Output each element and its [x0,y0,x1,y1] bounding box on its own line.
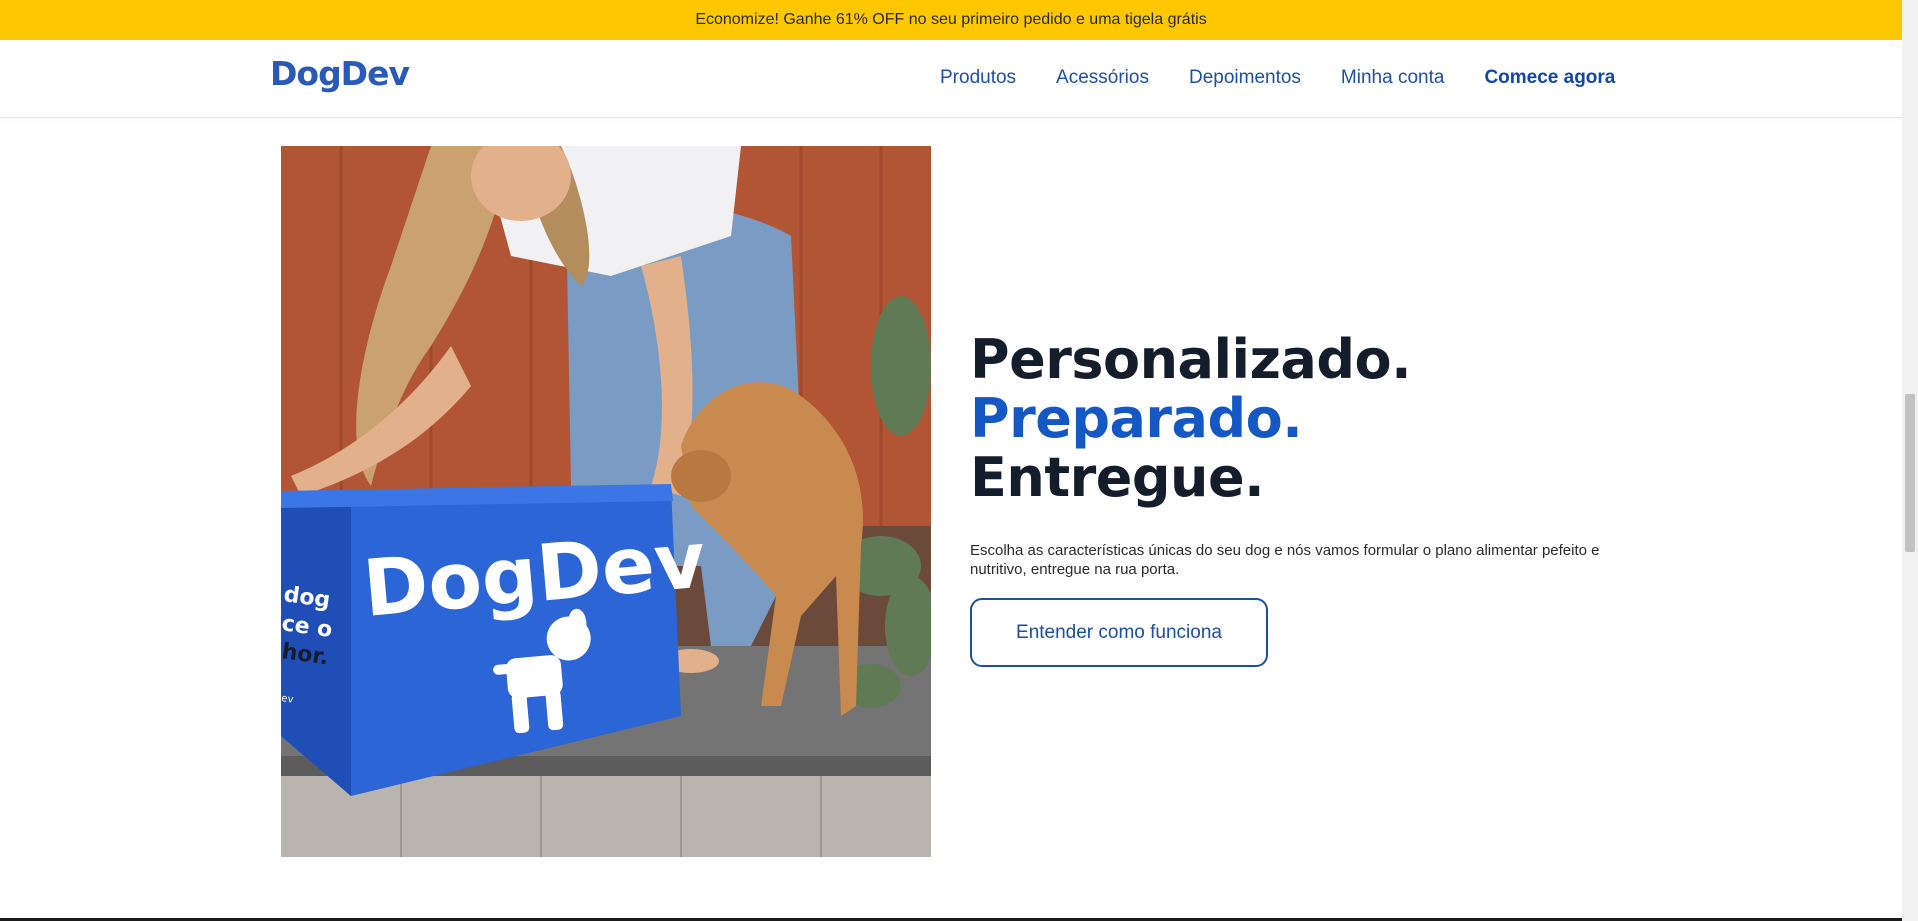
hero-photo-illustration: DogDev dog ce o hor. ev [281,146,931,857]
hero-title-line-3: Entregue. [970,446,1265,509]
site-header: DogDev Produtos Acessórios Depoimentos M… [0,40,1902,118]
main-nav: Produtos Acessórios Depoimentos Minha co… [940,67,1615,89]
hero-title-line-2: Preparado. [970,387,1303,450]
hero-title: Personalizado. Preparado. Entregue. [970,328,1412,509]
nav-produtos[interactable]: Produtos [940,67,1016,89]
nav-minha-conta[interactable]: Minha conta [1341,67,1445,89]
promo-text: Economize! Ganhe 61% OFF no seu primeiro… [695,11,1207,28]
nav-depoimentos[interactable]: Depoimentos [1189,67,1301,89]
nav-comece-agora[interactable]: Comece agora [1484,67,1615,89]
page-scrollbar[interactable] [1902,0,1918,921]
nav-acessorios[interactable]: Acessórios [1056,67,1149,89]
scrollbar-thumb[interactable] [1905,394,1915,552]
brand-logo[interactable]: DogDev [270,54,410,93]
hero-description: Escolha as características únicas do seu… [970,542,1600,578]
hero-title-line-1: Personalizado. [970,328,1412,391]
promo-banner: Economize! Ganhe 61% OFF no seu primeiro… [0,0,1902,40]
box-side-small: ev [281,693,294,706]
hero-photo: DogDev dog ce o hor. ev [281,146,931,857]
how-it-works-button[interactable]: Entender como funciona [970,598,1268,667]
